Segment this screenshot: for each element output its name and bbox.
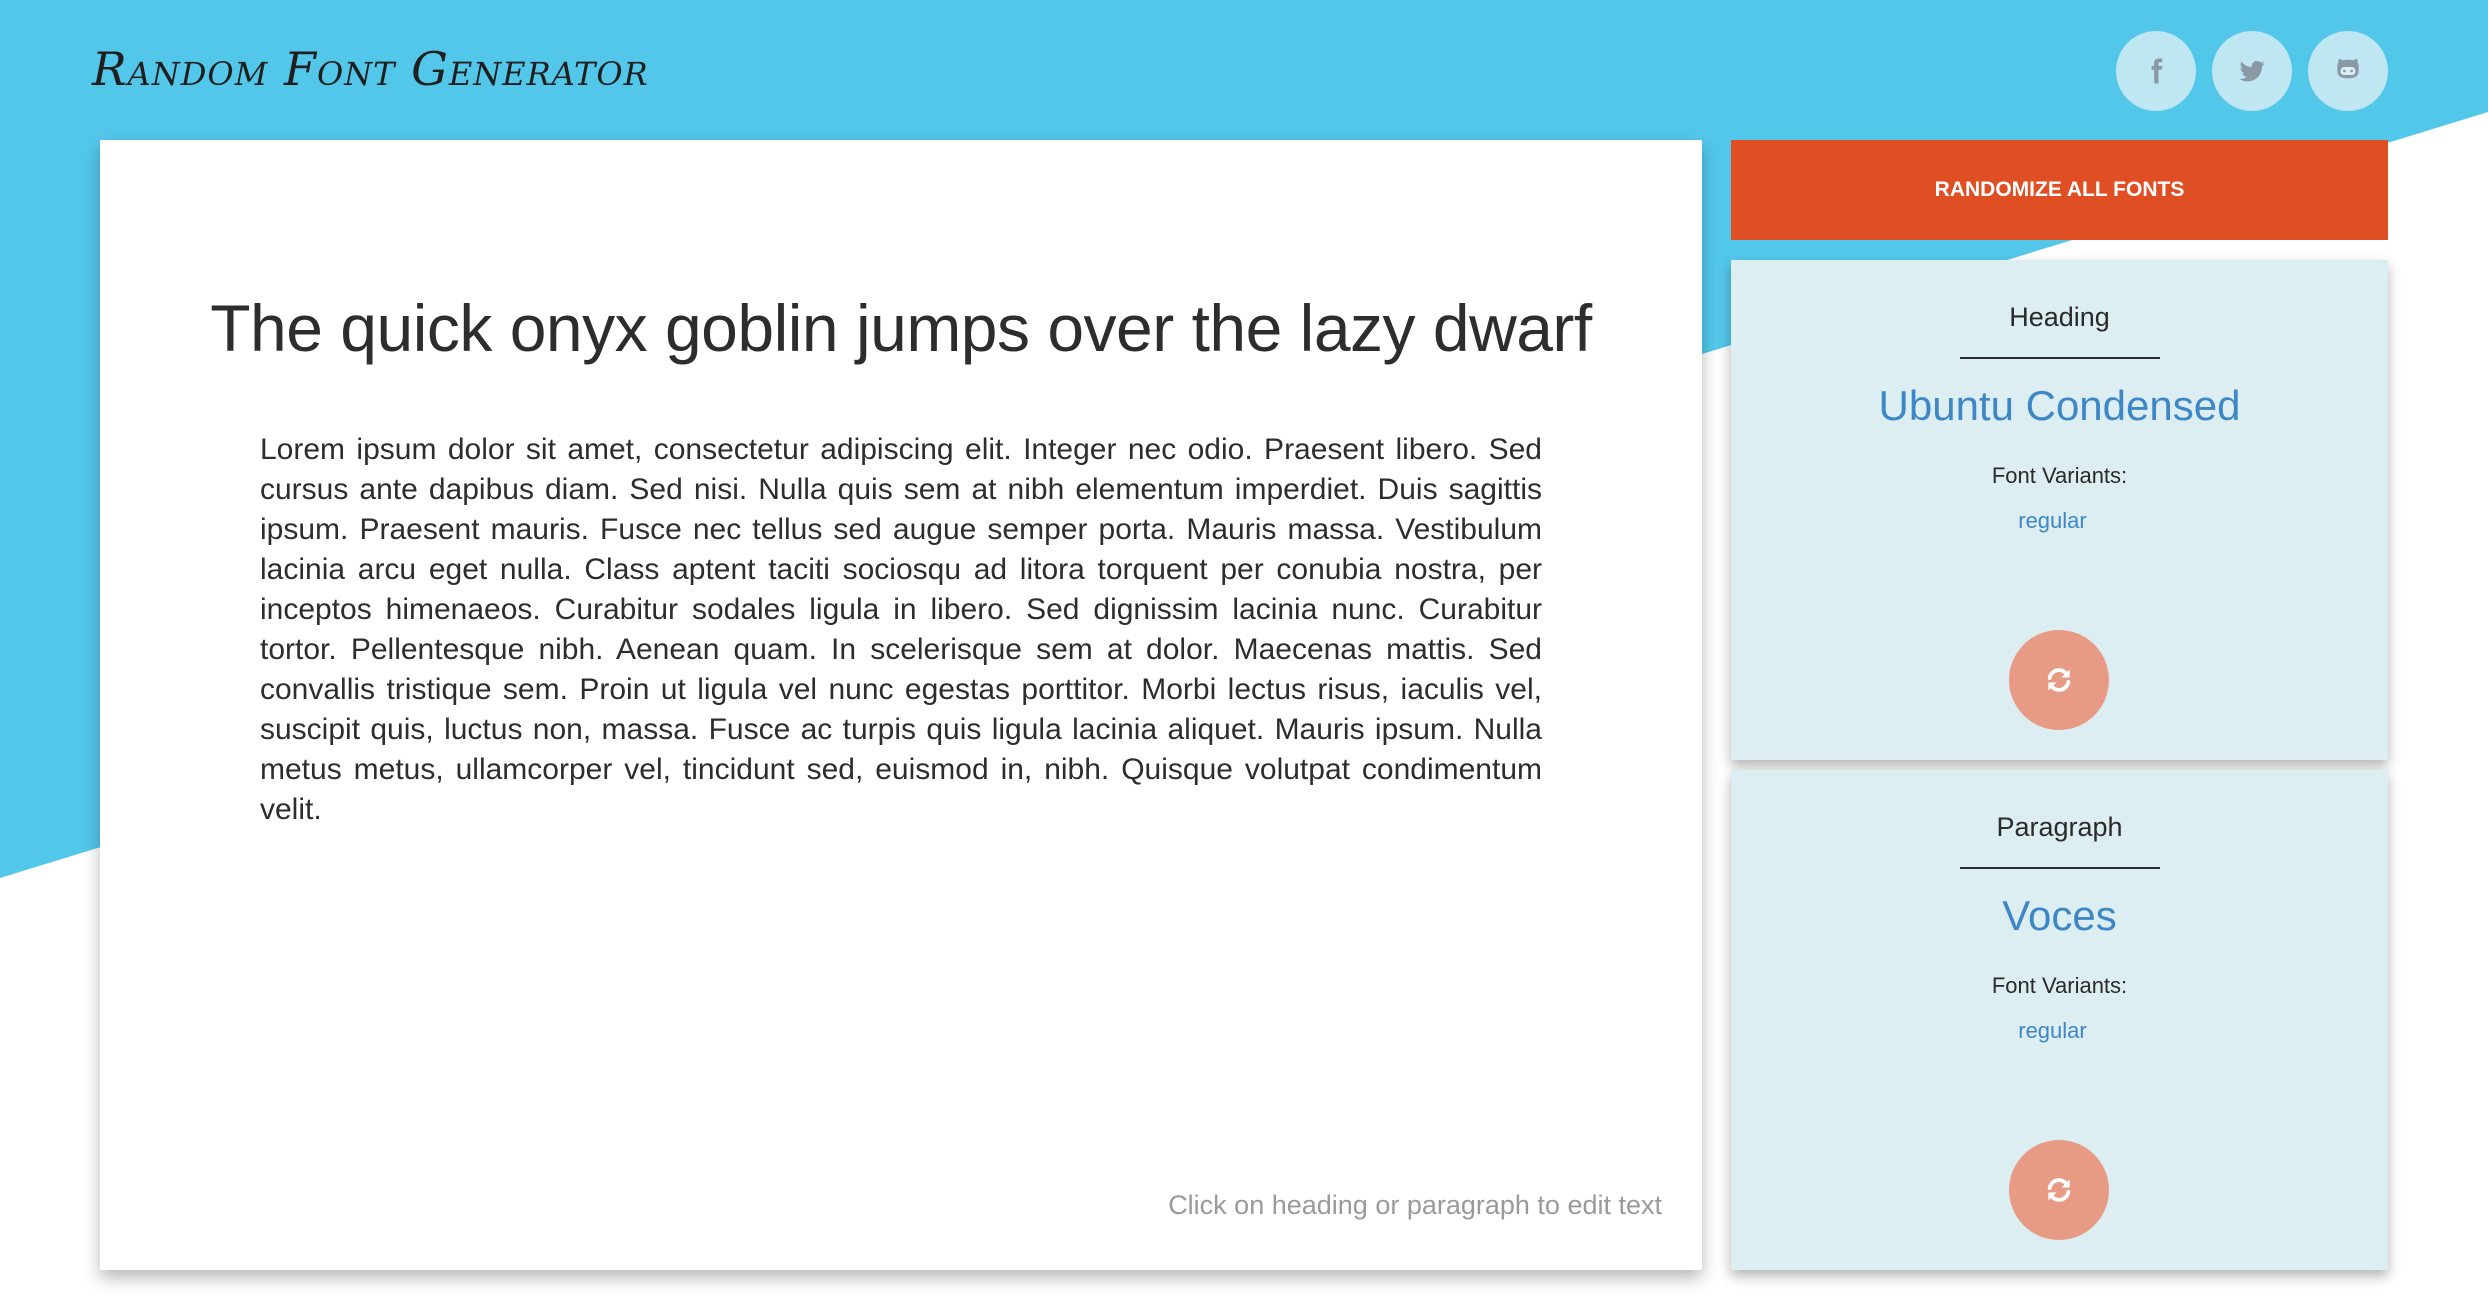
- variant-link[interactable]: regular: [1724, 1018, 2381, 1044]
- refresh-heading-font-button[interactable]: [2009, 630, 2109, 730]
- editor-card: The quick onyx goblin jumps over the laz…: [100, 140, 1702, 1270]
- heading-font-card: Heading Ubuntu Condensed Font Variants: …: [1731, 260, 2388, 760]
- refresh-paragraph-font-button[interactable]: [2009, 1140, 2109, 1240]
- refresh-icon: [2047, 668, 2071, 692]
- twitter-link[interactable]: [2212, 31, 2292, 111]
- app-logo[interactable]: Random Font Generator: [92, 42, 649, 96]
- sample-paragraph[interactable]: Lorem ipsum dolor sit amet, consectetur …: [260, 430, 1542, 830]
- facebook-icon: [2151, 58, 2163, 84]
- edit-hint: Click on heading or paragraph to edit te…: [1168, 1190, 1662, 1220]
- divider: [1960, 867, 2160, 869]
- twitter-icon: [2239, 60, 2265, 82]
- font-variants-label: Font Variants:: [1991, 973, 2128, 998]
- font-name-link[interactable]: Ubuntu Condensed: [1731, 382, 2388, 430]
- facebook-link[interactable]: [2116, 31, 2196, 111]
- variant-link[interactable]: regular: [1724, 508, 2381, 534]
- github-link[interactable]: [2308, 31, 2388, 111]
- font-variants-label: Font Variants:: [1991, 463, 2128, 488]
- github-icon: [2337, 58, 2359, 79]
- refresh-icon: [2047, 1178, 2071, 1202]
- card-label: Paragraph: [1996, 812, 2123, 842]
- divider: [1960, 357, 2160, 359]
- card-label: Heading: [2009, 302, 2110, 332]
- font-name-link[interactable]: Voces: [1731, 892, 2388, 940]
- sample-heading[interactable]: The quick onyx goblin jumps over the laz…: [100, 290, 1702, 366]
- paragraph-font-card: Paragraph Voces Font Variants: regular: [1731, 770, 2388, 1270]
- randomize-all-fonts-button[interactable]: RANDOMIZE ALL FONTS: [1731, 140, 2388, 240]
